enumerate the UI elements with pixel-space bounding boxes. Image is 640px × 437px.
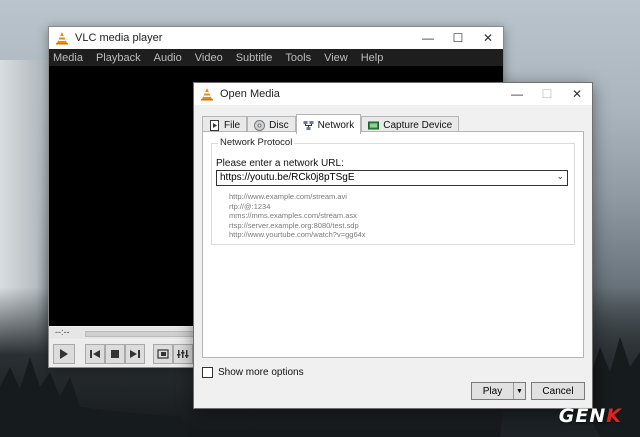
genk-watermark-logo: GENK xyxy=(558,405,622,427)
minimize-icon: — xyxy=(511,87,523,101)
dialog-minimize-button[interactable]: — xyxy=(502,83,532,105)
play-button[interactable] xyxy=(53,344,75,364)
play-icon xyxy=(60,349,68,359)
menu-video[interactable]: Video xyxy=(195,52,223,64)
vlc-menubar: Media Playback Audio Video Subtitle Tool… xyxy=(49,49,503,66)
network-url-input[interactable]: https://youtu.be/RCk0j8pTSgE ⌄ xyxy=(216,170,568,186)
network-url-value: https://youtu.be/RCk0j8pTSgE xyxy=(220,172,355,183)
network-tab-panel: Network Protocol Please enter a network … xyxy=(202,131,584,358)
network-icon xyxy=(303,120,314,130)
capture-device-icon xyxy=(368,121,380,130)
minimize-button[interactable]: — xyxy=(413,27,443,49)
dialog-tabs: File Disc Network Capture Device xyxy=(202,114,460,134)
open-media-dialog: Open Media — ☐ ✕ File Disc Network Captu… xyxy=(193,82,593,409)
play-split-button: Play ▼ xyxy=(471,382,526,400)
tab-capture-device-label: Capture Device xyxy=(383,120,453,131)
menu-tools[interactable]: Tools xyxy=(285,52,311,64)
play-options-dropdown[interactable]: ▼ xyxy=(513,383,525,399)
fullscreen-icon xyxy=(157,349,169,359)
disc-icon xyxy=(254,120,266,131)
vlc-cone-icon xyxy=(201,88,213,101)
dialog-maximize-button: ☐ xyxy=(532,83,562,105)
tab-file-label: File xyxy=(224,120,241,131)
maximize-icon: ☐ xyxy=(452,31,464,45)
cancel-button[interactable]: Cancel xyxy=(531,382,585,400)
url-example: rtsp://server.example.org:8080/test.sdp xyxy=(229,220,359,230)
dialog-close-button[interactable]: ✕ xyxy=(562,83,592,105)
elapsed-time: --:-- xyxy=(55,327,70,337)
cancel-label: Cancel xyxy=(542,385,574,397)
chevron-down-icon: ▼ xyxy=(516,387,523,395)
vlc-titlebar[interactable]: VLC media player — ☐ ✕ xyxy=(49,27,503,49)
show-more-options[interactable]: Show more options xyxy=(202,367,304,378)
menu-playback[interactable]: Playback xyxy=(96,52,141,64)
close-button[interactable]: ✕ xyxy=(473,27,503,49)
menu-audio[interactable]: Audio xyxy=(154,52,182,64)
show-more-options-label: Show more options xyxy=(218,367,304,378)
dialog-titlebar[interactable]: Open Media — ☐ ✕ xyxy=(194,83,592,105)
show-more-options-checkbox[interactable] xyxy=(202,367,213,378)
stop-button[interactable] xyxy=(105,344,125,364)
vlc-window-title: VLC media player xyxy=(75,32,163,44)
url-examples: http://www.example.com/stream.avi rtp://… xyxy=(229,192,366,240)
play-dialog-button[interactable]: Play xyxy=(472,383,513,399)
menu-subtitle[interactable]: Subtitle xyxy=(236,52,273,64)
menu-help[interactable]: Help xyxy=(361,52,384,64)
equalizer-icon xyxy=(177,350,189,358)
minimize-icon: — xyxy=(422,31,434,45)
file-icon xyxy=(210,120,219,131)
previous-button[interactable] xyxy=(85,344,105,364)
url-example: http://www.example.com/stream.avi xyxy=(229,192,347,201)
menu-media[interactable]: Media xyxy=(53,52,83,64)
url-example: rtp://@:1234 xyxy=(229,201,271,211)
tab-network[interactable]: Network xyxy=(295,114,362,134)
vlc-cone-icon xyxy=(56,32,68,45)
next-icon xyxy=(130,350,140,358)
tab-disc-label: Disc xyxy=(269,120,289,131)
play-dialog-label: Play xyxy=(482,385,503,397)
menu-view[interactable]: View xyxy=(324,52,348,64)
dialog-title: Open Media xyxy=(220,88,280,100)
url-example: mms://mms.examples.com/stream.asx xyxy=(229,211,357,220)
tab-network-label: Network xyxy=(317,119,355,131)
maximize-icon: ☐ xyxy=(541,87,553,101)
equalizer-button[interactable] xyxy=(173,344,193,364)
url-prompt-label: Please enter a network URL: xyxy=(216,158,344,169)
fullscreen-button[interactable] xyxy=(153,344,173,364)
next-button[interactable] xyxy=(125,344,145,364)
chevron-down-icon[interactable]: ⌄ xyxy=(556,171,564,182)
maximize-button[interactable]: ☐ xyxy=(443,27,473,49)
close-icon: ✕ xyxy=(482,31,494,45)
close-icon: ✕ xyxy=(571,87,583,101)
previous-icon xyxy=(90,350,100,358)
stop-icon xyxy=(111,350,119,358)
url-example: http://www.yourtube.com/watch?v=gg64x xyxy=(229,230,366,239)
network-protocol-title: Network Protocol xyxy=(218,137,295,148)
